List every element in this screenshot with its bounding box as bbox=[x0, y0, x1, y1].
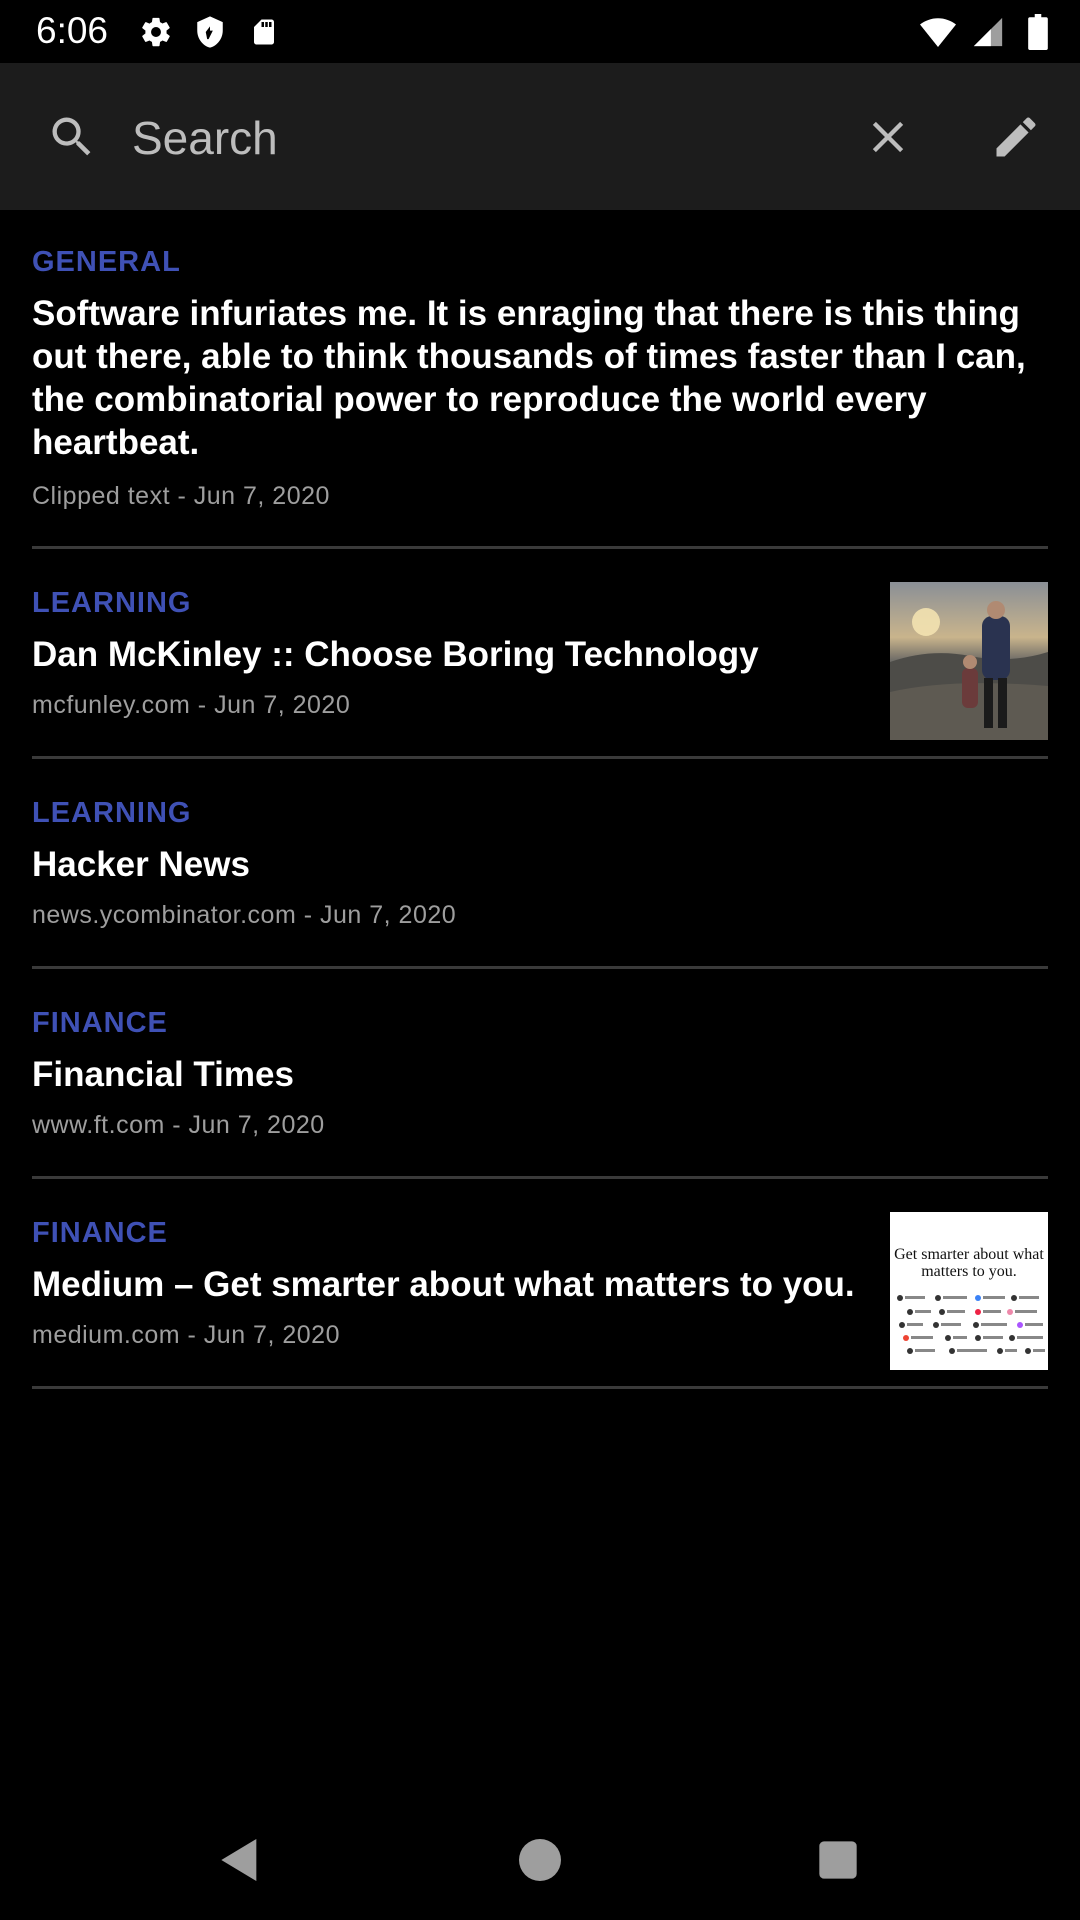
item-category: FINANCE bbox=[32, 1217, 168, 1249]
search-icon bbox=[46, 111, 98, 163]
list-item[interactable]: GENERAL Software infuriates me. It is en… bbox=[32, 210, 1048, 549]
status-right-icons bbox=[920, 14, 1056, 50]
wifi-icon bbox=[920, 14, 956, 50]
clear-search-icon[interactable] bbox=[862, 111, 914, 163]
item-meta: www.ft.com - Jun 7, 2020 bbox=[32, 1111, 325, 1139]
list-item[interactable]: FINANCE Financial Times www.ft.com - Jun… bbox=[32, 969, 1048, 1179]
recents-icon[interactable] bbox=[810, 1832, 866, 1888]
topic-chips-graphic bbox=[897, 1295, 1045, 1354]
item-category: LEARNING bbox=[32, 797, 192, 829]
medium-thumbnail: Get smarter about what matters to you. bbox=[890, 1212, 1048, 1370]
item-meta: medium.com - Jun 7, 2020 bbox=[32, 1321, 340, 1349]
back-icon[interactable] bbox=[212, 1832, 268, 1888]
item-title: Dan McKinley :: Choose Boring Technology bbox=[32, 635, 759, 674]
list-item[interactable]: LEARNING Dan McKinley :: Choose Boring T… bbox=[32, 549, 1048, 759]
item-meta: Clipped text - Jun 7, 2020 bbox=[32, 482, 330, 510]
edit-icon[interactable] bbox=[990, 111, 1042, 163]
list-item[interactable]: LEARNING Hacker News news.ycombinator.co… bbox=[32, 759, 1048, 969]
system-nav-bar bbox=[0, 1800, 1080, 1920]
shield-icon bbox=[192, 14, 228, 50]
clip-list: GENERAL Software infuriates me. It is en… bbox=[32, 210, 1048, 1389]
item-category: FINANCE bbox=[32, 1007, 168, 1039]
item-category: LEARNING bbox=[32, 587, 192, 619]
status-left-icons bbox=[138, 14, 282, 50]
item-title: Software infuriates me. It is enraging t… bbox=[32, 294, 1026, 462]
status-time: 6:06 bbox=[36, 10, 109, 51]
search-input[interactable] bbox=[130, 103, 834, 173]
item-title: Hacker News bbox=[32, 845, 250, 884]
photo-thumbnail bbox=[890, 582, 1048, 740]
status-bar: 6:06 bbox=[0, 0, 1080, 63]
home-icon[interactable] bbox=[512, 1832, 568, 1888]
battery-icon bbox=[1020, 14, 1056, 50]
item-meta: news.ycombinator.com - Jun 7, 2020 bbox=[32, 901, 457, 929]
item-title: Medium – Get smarter about what matters … bbox=[32, 1265, 855, 1304]
sd-card-icon bbox=[246, 14, 282, 50]
signal-icon bbox=[970, 14, 1006, 50]
settings-icon bbox=[138, 14, 174, 50]
item-category: GENERAL bbox=[32, 246, 181, 278]
search-toolbar bbox=[0, 63, 1080, 210]
item-title: Financial Times bbox=[32, 1055, 294, 1094]
item-meta: mcfunley.com - Jun 7, 2020 bbox=[32, 691, 351, 719]
list-item[interactable]: FINANCE Medium – Get smarter about what … bbox=[32, 1179, 1048, 1389]
